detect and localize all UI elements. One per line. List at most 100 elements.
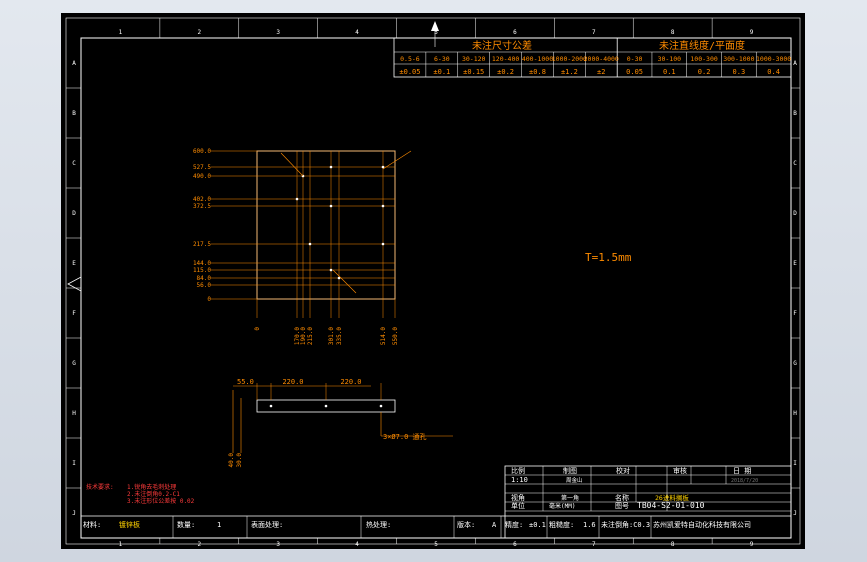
tb-version: A (492, 521, 497, 529)
outer-frame (65, 17, 801, 545)
tb-unit-header: 单位 (511, 501, 525, 510)
hole-point (329, 268, 333, 272)
tb-material-header: 材料: (83, 520, 101, 529)
flat-range: 30-100 (658, 55, 682, 63)
tb-check-header: 校对 (616, 466, 630, 475)
flat-range: 100-300 (690, 55, 717, 63)
drawing-canvas[interactable]: 1 1 2 2 3 3 4 4 5 5 6 6 7 7 8 8 9 9 A A B B C C D D E E F F G G H H I I J J 未注… (61, 13, 805, 549)
hole-point (381, 165, 385, 169)
border-number-left: C (72, 160, 76, 167)
y-ordinate-label: 527.5 (193, 164, 211, 171)
cad-drawing: 112233445566778899A AB BC CD DE EF FG GH HI IJ J未注… (65, 17, 801, 548)
tb-date-header: 日 期 (733, 467, 751, 475)
tb-roughness: 1.6 (583, 521, 596, 529)
tb-ratio-header: 比例 (511, 466, 525, 475)
border-number-top: 2 (198, 29, 202, 36)
y-ordinate-label: 56.0 (197, 282, 212, 289)
hole-point (381, 242, 385, 246)
tb-drawno-header: 图号 (615, 502, 629, 510)
y-ordinate-label: 490.0 (193, 173, 211, 180)
y-ordinate-label: 144.0 (193, 260, 211, 267)
hole-point (295, 197, 299, 201)
x-ordinate-label: 190.0 (300, 327, 307, 345)
border-number-top: 6 (513, 29, 517, 36)
y-ordinate-label: 402.0 (193, 196, 211, 203)
top-center-mark (431, 21, 439, 31)
border-number-right: C (793, 160, 797, 167)
front-view-outline (256, 150, 396, 300)
tol-range: 1000-2000 (552, 55, 587, 63)
inner-frame (80, 37, 792, 539)
tb-angle-header: 视角 (511, 493, 525, 502)
tb-angle: 第一角 (561, 494, 579, 502)
hole-point (381, 204, 385, 208)
tech-req-item: 2.未注倒角0.2-C1 (127, 490, 180, 498)
thickness-note: T=1.5mm (585, 251, 632, 264)
tb-name-header: 名称 (615, 493, 629, 502)
tb-qty: 1 (217, 521, 221, 529)
hole-callout: 3×Ø7.0 通孔 (383, 432, 427, 441)
tol-range: 400-1000 (522, 55, 553, 63)
tol-range: 0.5-6 (400, 55, 420, 63)
tb-drawing-no: TB04-S2-01-010 (637, 501, 705, 510)
tech-req-item: 3.未注形位公差按 0.02 (127, 497, 195, 505)
tol-value: ±0.8 (529, 68, 546, 76)
border-number-left: I (72, 460, 76, 467)
flat-range: 1000-3000 (756, 55, 791, 63)
tol-value: ±0.2 (497, 68, 514, 76)
hole-point (329, 165, 333, 169)
tb-review-header: 审核 (673, 466, 687, 475)
tol-value: ±1.2 (561, 68, 578, 76)
hole-point (308, 242, 312, 246)
border-number-bottom: 4 (355, 541, 359, 548)
x-ordinate-label: 335.0 (336, 327, 343, 345)
border-number-right: H (793, 410, 797, 417)
leader (280, 152, 304, 177)
tb-qty-header: 数量: (177, 520, 195, 529)
x-ordinate-label: 550.0 (392, 327, 399, 345)
y-ordinate-label: 115.0 (193, 267, 211, 274)
y-ordinate-label: 84.0 (197, 275, 212, 282)
orientation-arrow (67, 276, 82, 292)
tb-unit: 毫米(MM) (549, 502, 575, 510)
tb-precision-header: 精度: (505, 520, 523, 529)
flat-value: 0.1 (663, 68, 676, 76)
border-number-right: A (793, 60, 797, 67)
border-number-top: 9 (750, 29, 754, 36)
x-ordinate-label: 0 (254, 327, 261, 331)
flat-value: 0.2 (698, 68, 711, 76)
border-number-right: B (793, 110, 797, 117)
tol-range: 120-400 (492, 55, 519, 63)
border-number-right: F (793, 310, 797, 317)
hole-point (329, 204, 333, 208)
x-ordinate-label: 514.0 (380, 327, 387, 345)
border-number-bottom: 5 (434, 541, 438, 548)
tol-range: 2000-4000 (584, 55, 619, 63)
flat-value: 0.05 (626, 68, 643, 76)
tb-drawer: 周金山 (566, 476, 583, 484)
tol-range: 30-120 (462, 55, 486, 63)
border-number-top: 8 (671, 29, 675, 36)
tol-value: ±0.15 (463, 68, 484, 76)
border-number-right: I (793, 460, 797, 467)
flat-value: 0.3 (733, 68, 746, 76)
flat-range: 0-30 (627, 55, 643, 63)
border-number-top: 1 (119, 29, 123, 36)
border-number-left: G (72, 360, 76, 367)
border-number-bottom: 7 (592, 541, 596, 548)
tol-value: ±0.05 (399, 68, 420, 76)
border-number-bottom: 2 (198, 541, 202, 548)
border-number-top: 7 (592, 29, 596, 36)
border-number-bottom: 6 (513, 541, 517, 548)
x-ordinate-label: 215.0 (307, 327, 314, 345)
border-number-left: D (72, 210, 76, 217)
side-dim: 220.0 (340, 378, 361, 386)
border-number-bottom: 9 (750, 541, 754, 548)
side-hole (379, 404, 383, 408)
tb-date: 2018/7/20 (731, 478, 758, 484)
y-ordinate-label: 372.5 (193, 203, 211, 210)
border-number-right: D (793, 210, 797, 217)
y-ordinate-label: 217.5 (193, 241, 211, 248)
y-ordinate-label: 600.0 (193, 148, 211, 155)
border-number-bottom: 1 (119, 541, 123, 548)
